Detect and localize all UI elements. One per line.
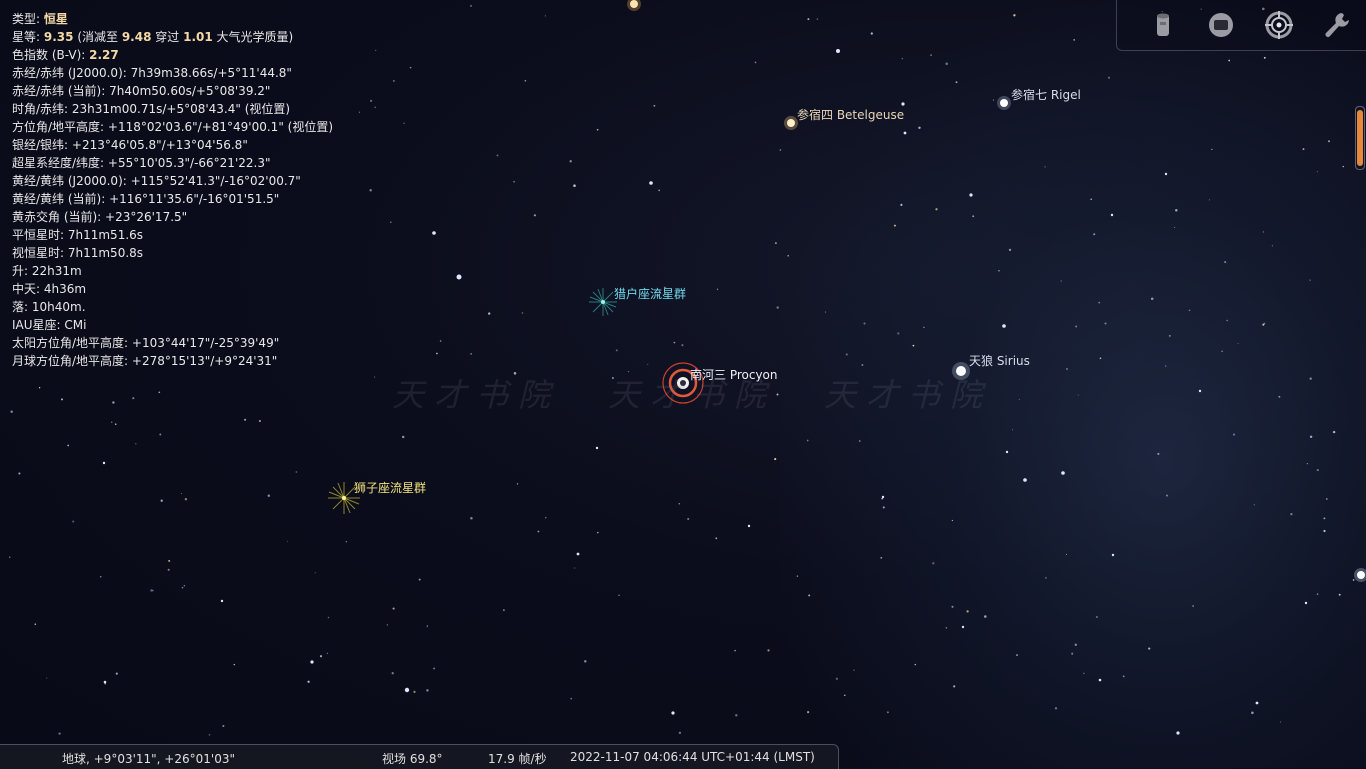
betelgeuse-label[interactable]: 参宿四 Betelgeuse bbox=[797, 106, 904, 123]
info-line: 视恒星时: 7h11m50.8s bbox=[12, 246, 144, 260]
info-line: 黄经/黄纬 (J2000.0): +115°52'41.3"/-16°02'00… bbox=[12, 174, 301, 188]
info-line: 中天: 4h36m bbox=[12, 282, 87, 296]
info-line: 平恒星时: 7h11m51.6s bbox=[12, 228, 144, 242]
fov-status[interactable]: 视场 69.8° bbox=[382, 750, 443, 767]
watermark-text: 天才书院 bbox=[824, 376, 993, 414]
watermark-text: 天才书院 bbox=[608, 376, 777, 414]
info-line: 赤经/赤纬 (J2000.0): 7h39m38.66s/+5°11'44.8" bbox=[12, 66, 292, 80]
orionids-radiant bbox=[589, 288, 617, 316]
magnitude-row: 星等: 9.35 (消减至 9.48 穿过 1.01 大气光学质量) bbox=[12, 28, 333, 46]
info-line: 黄赤交角 (当前): +23°26'17.5" bbox=[12, 210, 188, 224]
info-line: 升: 22h31m bbox=[12, 264, 82, 278]
info-line: 超星系经度/纬度: +55°10'05.3"/-66°21'22.3" bbox=[12, 156, 271, 170]
top-orange-star[interactable] bbox=[627, 0, 641, 11]
info-line: 月球方位角/地平高度: +278°15'13"/+9°24'31" bbox=[12, 354, 278, 368]
telescope-icon bbox=[1157, 13, 1169, 36]
info-line: 方位角/地平高度: +118°02'03.6"/+81°49'00.1" (视位… bbox=[12, 120, 334, 134]
magnitude-through: 穿过 bbox=[155, 30, 180, 44]
telescope-button[interactable] bbox=[1148, 10, 1178, 40]
location-status[interactable]: 地球, +9°03'11", +26°01'03" bbox=[62, 750, 235, 767]
rigel-label[interactable]: 参宿七 Rigel bbox=[1011, 86, 1081, 103]
screen-button[interactable] bbox=[1206, 10, 1236, 40]
target-button[interactable] bbox=[1264, 10, 1294, 40]
watermark-text: 天才书院 bbox=[392, 376, 561, 414]
info-line: 赤经/赤纬 (当前): 7h40m50.60s/+5°08'39.2" bbox=[12, 84, 271, 98]
settings-button[interactable] bbox=[1322, 10, 1352, 40]
magnitude-value: 9.35 bbox=[43, 30, 74, 44]
magnitude-mid: (消减至 bbox=[77, 30, 118, 44]
datetime-status[interactable]: 2022-11-07 04:06:44 UTC+01:44 (LMST) bbox=[570, 750, 815, 764]
info-line: 太阳方位角/地平高度: +103°44'17"/-25°39'49" bbox=[12, 336, 280, 350]
type-label: 类型: bbox=[12, 12, 41, 26]
right-edge-star[interactable] bbox=[1354, 568, 1366, 582]
color-index-label: 色指数 (B-V): bbox=[12, 48, 86, 62]
scrollbar-thumb[interactable] bbox=[1357, 110, 1363, 166]
info-line: 黄经/黄纬 (当前): +116°11'35.6"/-16°01'51.5" bbox=[12, 192, 280, 206]
info-line: IAU星座: CMi bbox=[12, 318, 87, 332]
object-type-row: 类型: 恒星 bbox=[12, 10, 333, 28]
fps-status: 17.9 帧/秒 bbox=[488, 752, 547, 766]
leonids-label[interactable]: 狮子座流星群 bbox=[354, 479, 426, 496]
orionids-label[interactable]: 猎户座流星群 bbox=[614, 285, 686, 302]
magnitude-label: 星等: bbox=[12, 30, 41, 44]
screen-icon bbox=[1209, 13, 1233, 37]
bottom-status-bar: 地球, +9°03'11", +26°01'03" 视场 69.8° 17.9 … bbox=[0, 744, 839, 769]
sirius-label[interactable]: 天狼 Sirius bbox=[969, 352, 1030, 369]
info-line: 落: 10h40m. bbox=[12, 300, 86, 314]
right-scrollbar[interactable] bbox=[1355, 106, 1365, 170]
wrench-icon bbox=[1325, 13, 1349, 37]
magnitude-tail: 大气光学质量) bbox=[216, 30, 294, 44]
airmass-value: 1.01 bbox=[183, 30, 213, 44]
color-index-row: 色指数 (B-V): 2.27 bbox=[12, 46, 333, 64]
type-value: 恒星 bbox=[43, 12, 68, 26]
info-line: 时角/赤纬: 23h31m00.71s/+5°08'43.4" (视位置) bbox=[12, 102, 291, 116]
magnitude-extincted: 9.48 bbox=[121, 30, 152, 44]
top-right-toolbar bbox=[1116, 0, 1366, 51]
rigel-star[interactable] bbox=[997, 96, 1011, 110]
object-info-panel: 类型: 恒星 星等: 9.35 (消减至 9.48 穿过 1.01 大气光学质量… bbox=[12, 10, 333, 370]
color-index-value: 2.27 bbox=[89, 48, 119, 62]
betelgeuse-star[interactable] bbox=[784, 116, 798, 130]
target-icon bbox=[1265, 11, 1293, 39]
info-line: 银经/银纬: +213°46'05.8"/+13°04'56.8" bbox=[12, 138, 248, 152]
